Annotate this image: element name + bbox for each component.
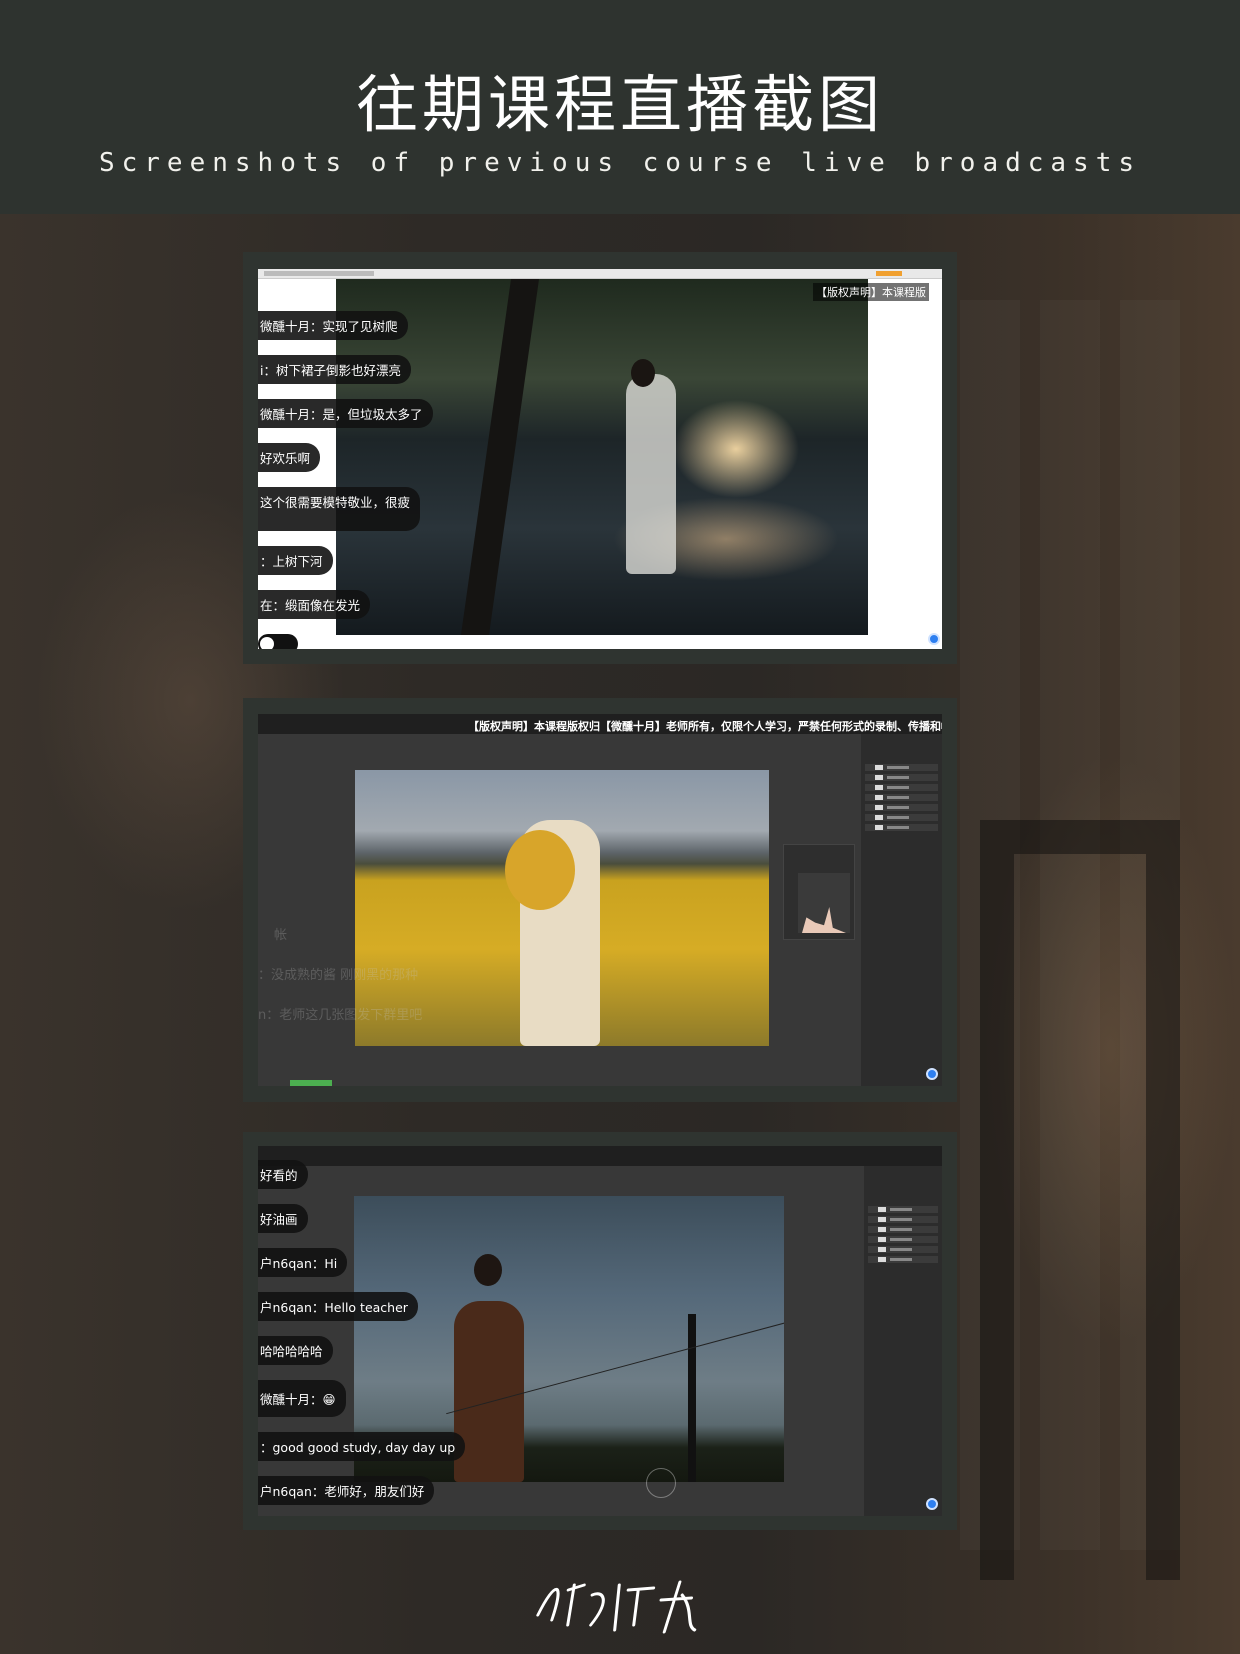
backdrop-chair — [980, 820, 1180, 1580]
screenshot-frame-1: 【版权声明】本课程版 微醺十月：实现了见树爬 i：树下裙子倒影也好漂亮 微醺十月… — [243, 252, 957, 664]
page-header: 往期课程直播截图 Screenshots of previous course … — [0, 0, 1240, 214]
signature-logo — [513, 1570, 728, 1640]
assistant-icon[interactable] — [928, 633, 940, 645]
live-chat: 微醺十月：实现了见树爬 i：树下裙子倒影也好漂亮 微醺十月：是，但垃圾太多了 好… — [258, 311, 433, 649]
page-title: 往期课程直播截图 — [355, 68, 884, 141]
faded-chat-message: n：老师这几张图发下群里吧 — [258, 1008, 423, 1023]
chat-message: 好看的 — [258, 1160, 308, 1189]
chat-message: 户n6qan：Hi — [258, 1248, 348, 1277]
chat-message: 好油画 — [258, 1204, 308, 1233]
chat-message: 在：缎面像在发光 — [258, 590, 371, 619]
signature-logo-icon — [536, 1580, 697, 1634]
screenshot-1-screen: 【版权声明】本课程版 微醺十月：实现了见树爬 i：树下裙子倒影也好漂亮 微醺十月… — [258, 269, 942, 649]
chat-message: 微醺十月：是，但垃圾太多了 — [258, 399, 433, 428]
curves-panel — [783, 844, 855, 940]
layers-panel — [861, 734, 942, 1086]
chat-message: 这个很需要模特敬业，很疲 — [258, 487, 421, 531]
screenshot-3-screen: 好看的 好油画 户n6qan：Hi 户n6qan：Hello teacher 哈… — [258, 1146, 942, 1516]
chat-message: 微醺十月：😁 — [258, 1380, 346, 1417]
copyright-notice: 【版权声明】本课程版 — [813, 283, 929, 301]
chat-message: 户n6qan：老师好，朋友们好 — [258, 1476, 435, 1505]
screenshot-frame-3: 好看的 好油画 户n6qan：Hi 户n6qan：Hello teacher 哈… — [243, 1132, 957, 1530]
record-button[interactable] — [646, 1468, 676, 1498]
copyright-notice: 【版权声明】本课程版权归【微醺十月】老师所有，仅限个人学习，严禁任何形式的录制、… — [468, 720, 942, 733]
chat-message: 微醺十月：实现了见树爬 — [258, 311, 408, 340]
chat-message: i：树下裙子倒影也好漂亮 — [258, 355, 411, 384]
chat-message: 户n6qan：Hello teacher — [258, 1292, 418, 1321]
screenshot-2-screen: 【版权声明】本课程版权归【微醺十月】老师所有，仅限个人学习，严禁任何形式的录制、… — [258, 714, 942, 1086]
assistant-icon[interactable] — [926, 1498, 938, 1510]
faded-chat-message: ：没成熟的酱 刚刚黑的那种 — [258, 968, 419, 983]
faded-chat-message: 帐 — [274, 928, 288, 943]
browser-chrome — [258, 269, 942, 279]
chat-message: 哈哈哈哈哈 — [258, 1336, 333, 1365]
page-subtitle: Screenshots of previous course live broa… — [98, 148, 1142, 178]
screenshot-frame-2: 【版权声明】本课程版权归【微醺十月】老师所有，仅限个人学习，严禁任何形式的录制、… — [243, 698, 957, 1102]
layers-panel — [864, 1166, 942, 1516]
chat-message: 好欢乐啊 — [258, 443, 321, 472]
assistant-icon[interactable] — [926, 1068, 938, 1080]
histogram — [798, 873, 850, 933]
status-indicator — [290, 1080, 332, 1086]
live-chat: 好看的 好油画 户n6qan：Hi 户n6qan：Hello teacher 哈… — [258, 1160, 466, 1516]
chat-toggle-switch[interactable] — [258, 634, 298, 649]
chat-message: ：good good study, day day up — [258, 1432, 466, 1461]
chat-message: ：上树下河 — [258, 546, 333, 575]
